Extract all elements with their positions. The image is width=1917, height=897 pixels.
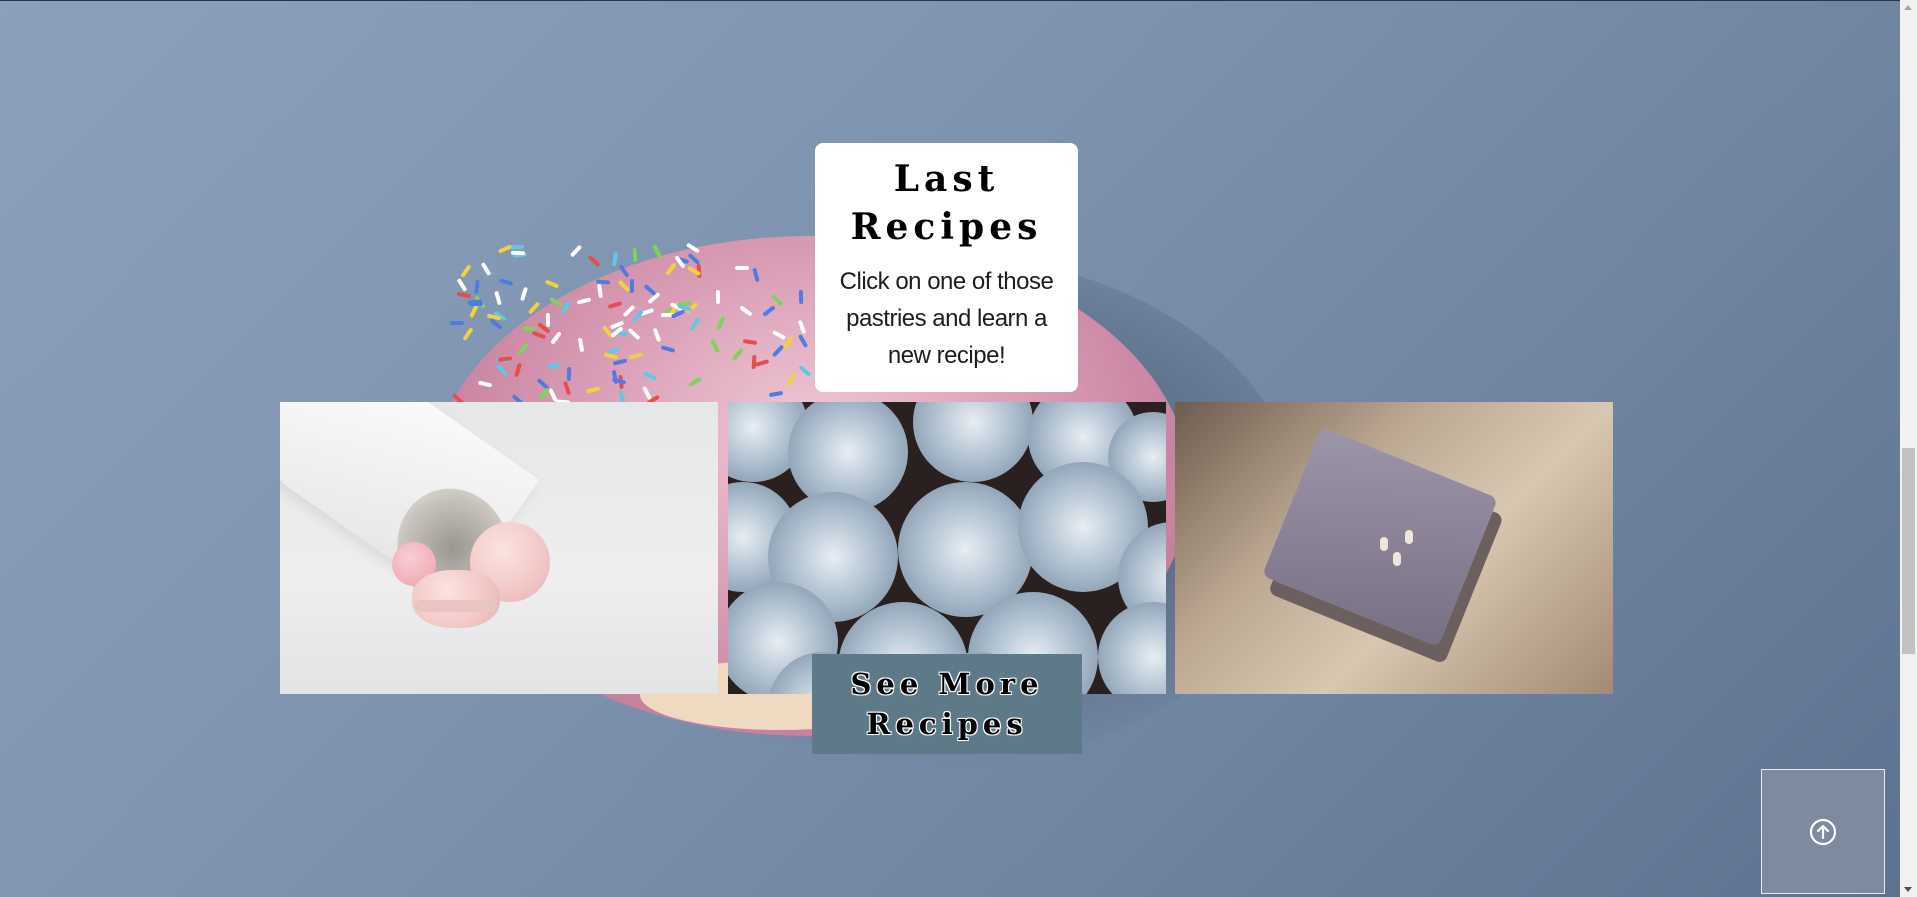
sprinkle xyxy=(510,250,525,256)
section-title: Last Recipes xyxy=(850,158,1043,248)
sprinkle xyxy=(798,290,803,305)
recipes-title-card: Last Recipes Click on one of those pastr… xyxy=(815,143,1078,392)
sprinkle xyxy=(715,289,721,304)
sprinkle xyxy=(612,251,619,266)
sprinkle xyxy=(546,313,551,328)
back-to-top-button[interactable] xyxy=(1761,769,1885,894)
scroll-up-arrow[interactable] xyxy=(1904,5,1912,10)
cupcake xyxy=(913,402,1033,482)
sprinkle xyxy=(460,264,472,278)
sprinkle xyxy=(493,290,502,306)
sprinkle xyxy=(456,278,468,293)
sprinkle xyxy=(468,298,483,305)
sprinkle xyxy=(498,277,514,286)
see-more-label: See More Recipes xyxy=(850,667,1044,741)
recipe-card-macarons[interactable] xyxy=(280,402,718,694)
recipe-card-cupcakes[interactable] xyxy=(728,402,1166,694)
sprinkle xyxy=(569,244,583,258)
sprinkle xyxy=(632,247,638,263)
sprinkle xyxy=(481,262,492,277)
flake xyxy=(1405,530,1413,544)
sprinkle xyxy=(474,279,481,294)
page-scrollbar[interactable] xyxy=(1900,0,1917,897)
section-subtitle: Click on one of those pastries and learn… xyxy=(839,268,1054,369)
arrow-up-circle-icon xyxy=(1809,818,1837,845)
sprinkle xyxy=(450,320,465,325)
scroll-thumb[interactable] xyxy=(1902,448,1915,654)
sprinkle xyxy=(587,254,601,268)
page: Last Recipes Click on one of those pastr… xyxy=(0,0,1917,897)
sprinkle xyxy=(629,278,634,293)
sprinkle xyxy=(734,266,749,271)
macaron xyxy=(412,570,500,628)
sprinkle xyxy=(510,245,525,250)
macaron-filling xyxy=(415,600,497,612)
recipe-card-pastry-bar[interactable] xyxy=(1175,402,1613,694)
scroll-down-arrow[interactable] xyxy=(1904,887,1912,892)
pastry-bar-shape xyxy=(1261,427,1499,647)
sprinkle xyxy=(456,291,472,299)
top-border xyxy=(0,0,1917,1)
see-more-recipes-button[interactable]: See More Recipes xyxy=(812,654,1082,754)
sprinkle xyxy=(520,286,529,302)
sprinkle xyxy=(544,279,560,289)
sprinkle xyxy=(651,243,662,258)
sprinkle xyxy=(462,327,474,342)
flake xyxy=(1380,537,1388,551)
cupcake xyxy=(1098,602,1166,694)
flake xyxy=(1393,552,1401,566)
